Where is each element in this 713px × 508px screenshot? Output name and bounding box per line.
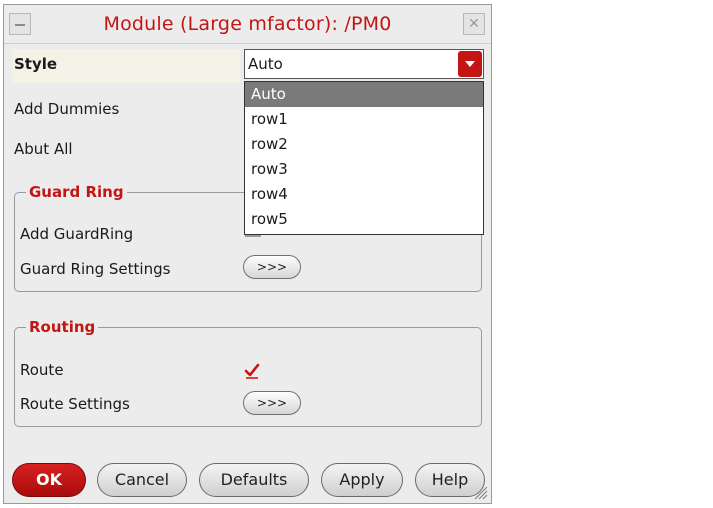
abut-all-label: Abut All <box>14 140 73 158</box>
module-dialog: Module (Large mfactor): /PM0 ✕ Style Aut… <box>3 4 492 504</box>
style-combobox[interactable]: Auto <box>244 49 484 79</box>
style-combobox-value: Auto <box>248 55 283 73</box>
dialog-title: Module (Large mfactor): /PM0 <box>103 13 392 35</box>
dropdown-option-row2[interactable]: row2 <box>245 132 483 157</box>
cancel-button[interactable]: Cancel <box>97 463 187 497</box>
dropdown-option-row4[interactable]: row4 <box>245 182 483 207</box>
route-label: Route <box>20 361 64 379</box>
dropdown-option-row3[interactable]: row3 <box>245 157 483 182</box>
resize-grip-icon[interactable] <box>470 482 488 500</box>
guard-ring-settings-button[interactable]: >>> <box>243 255 301 279</box>
dropdown-option-row5[interactable]: row5 <box>245 207 483 232</box>
dropdown-option-auto[interactable]: Auto <box>245 82 483 107</box>
close-icon[interactable]: ✕ <box>463 13 485 35</box>
ok-button[interactable]: OK <box>12 463 86 497</box>
chevron-down-icon[interactable] <box>458 51 482 77</box>
title-bar[interactable]: Module (Large mfactor): /PM0 ✕ <box>4 5 491 44</box>
guard-ring-settings-label: Guard Ring Settings <box>20 260 171 278</box>
style-dropdown-list[interactable]: Auto row1 row2 row3 row4 row5 <box>244 81 484 235</box>
route-settings-label: Route Settings <box>20 395 130 413</box>
add-dummies-label: Add Dummies <box>14 100 120 118</box>
dropdown-option-row1[interactable]: row1 <box>245 107 483 132</box>
route-checkbox[interactable] <box>244 363 260 379</box>
defaults-button[interactable]: Defaults <box>199 463 309 497</box>
routing-group-title: Routing <box>26 318 99 336</box>
checkmark-icon <box>244 363 260 377</box>
style-label: Style <box>14 55 58 73</box>
apply-button[interactable]: Apply <box>321 463 403 497</box>
guard-ring-group-title: Guard Ring <box>26 183 127 201</box>
route-settings-button[interactable]: >>> <box>243 391 301 415</box>
add-guardring-label: Add GuardRing <box>20 225 134 243</box>
